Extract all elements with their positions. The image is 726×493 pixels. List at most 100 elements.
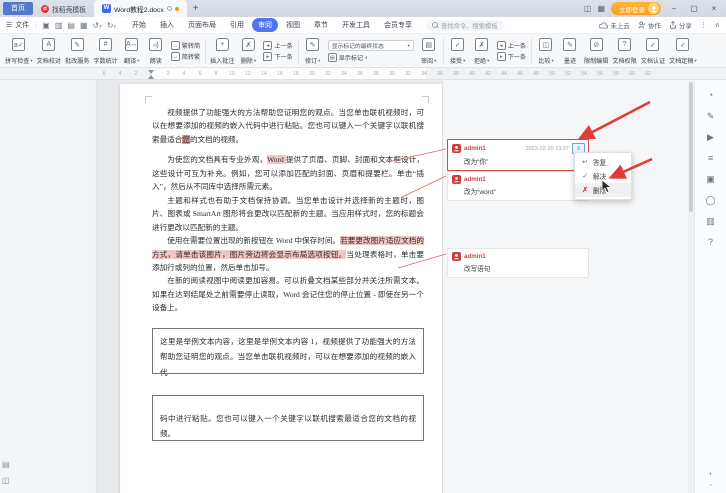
ribbon-button-restrict-editing[interactable]: ⊘限制编辑 bbox=[582, 36, 610, 66]
command-search[interactable]: 查找命令、搜索模板 bbox=[426, 20, 504, 31]
menu-tab-审阅[interactable]: 审阅 bbox=[252, 18, 278, 32]
comment-text: 改写语句 bbox=[448, 262, 588, 277]
markup-state-dropdown[interactable]: 显示标记的最终状态▾ bbox=[328, 40, 414, 51]
contact-circle-icon[interactable]: ◯ bbox=[705, 195, 715, 205]
ruler-number: 22 bbox=[325, 71, 331, 77]
workspace-grid-icon[interactable]: ▦ bbox=[597, 4, 605, 13]
ribbon-button-translate[interactable]: A↔翻译▾ bbox=[120, 36, 144, 66]
collapse-ribbon-icon[interactable]: ∧ bbox=[715, 21, 720, 29]
ribbon-button-compare[interactable]: ◫比较▾ bbox=[534, 36, 558, 66]
undo-icon[interactable]: ↺▾ bbox=[93, 21, 102, 30]
adjust-sliders-icon[interactable]: ≡ bbox=[708, 153, 713, 163]
new-tab-button[interactable]: + bbox=[193, 3, 199, 14]
ribbon-button-next-comment[interactable]: ▸下一条 bbox=[263, 52, 292, 61]
comment-card[interactable]: admin1改为“word” bbox=[447, 171, 589, 201]
text-box[interactable]: 码中进行粘贴。您也可以键入一个关键字以联机搜索最适合您的文档的视频。 bbox=[152, 395, 424, 441]
home-tab[interactable]: 首页 bbox=[3, 2, 33, 15]
document-text[interactable]: 视频提供了功能强大的方法帮助您证明您的观点。当您单击联机视频时，可以在想要添加的… bbox=[152, 106, 424, 441]
cloud-status[interactable]: 未上云 bbox=[599, 20, 630, 30]
docer-template-tab[interactable]: d 找稻壳模板 bbox=[33, 0, 94, 17]
close-button[interactable]: × bbox=[707, 4, 721, 13]
next-change-icon: ▸ bbox=[497, 52, 506, 61]
share-button[interactable]: 分享 bbox=[669, 20, 692, 30]
document-tab[interactable]: W Word教程2.docx bbox=[94, 0, 187, 17]
minimize-button[interactable]: – bbox=[667, 4, 681, 13]
file-menu[interactable]: ☰ 文件 bbox=[0, 20, 35, 30]
export-icon[interactable]: ▥ bbox=[55, 21, 63, 30]
ribbon-button-accept-change[interactable]: ✓接受▾ bbox=[446, 36, 470, 66]
menu-tab-页面布局[interactable]: 页面布局 bbox=[182, 18, 222, 32]
screenshot-icon[interactable]: ▣ bbox=[706, 174, 715, 184]
comment-card[interactable]: admin12023-02-20 13:27≡改为“你” bbox=[447, 139, 589, 171]
save-icon[interactable]: ▣ bbox=[42, 21, 50, 30]
ribbon-button-doc-permission[interactable]: ?文档权限 bbox=[610, 36, 638, 66]
split-view-icon[interactable]: ◫ bbox=[584, 4, 592, 13]
menu-tab-开发工具[interactable]: 开发工具 bbox=[336, 18, 376, 32]
ribbon-button-doc-authentication[interactable]: ✓文档认证 bbox=[639, 36, 667, 66]
ribbon-button-delete-comment[interactable]: ✗删除▾ bbox=[236, 36, 260, 66]
ribbon-toolbar: a✓拼写检查▾A文档校对✎批改服务#字数统计A↔翻译▾◃)朗读↔繁转简 ↔简转繁 +… bbox=[0, 34, 726, 68]
outline-pane-toggle-icon[interactable]: ◫ bbox=[2, 476, 10, 485]
maximize-button[interactable]: ▢ bbox=[687, 4, 701, 13]
ribbon-button-spellcheck[interactable]: a✓拼写检查▾ bbox=[3, 36, 35, 66]
nav-pane-toggle-icon[interactable]: ▤ bbox=[2, 460, 10, 469]
search-icon bbox=[432, 22, 438, 28]
login-button[interactable]: 立即登录 bbox=[611, 2, 661, 15]
page-nav-icon[interactable]: ▫ bbox=[709, 482, 711, 489]
vertical-ruler[interactable] bbox=[88, 80, 97, 493]
ribbon-button-prev-comment[interactable]: ◂上一条 bbox=[263, 41, 292, 50]
ribbon-button-ink[interactable]: ✎墨迹 bbox=[558, 36, 582, 66]
comments-pane: admin12023-02-20 13:27≡改为“你”admin1改为“wor… bbox=[443, 80, 688, 493]
edit-pen-icon[interactable]: ✎ bbox=[707, 111, 715, 121]
ribbon-button-show-markup[interactable]: ▤显示标记▾ bbox=[328, 53, 414, 62]
ribbon-button-simp-to-trad[interactable]: ↔简转繁 bbox=[171, 52, 200, 61]
print-icon[interactable]: ▤ bbox=[67, 21, 75, 30]
ribbon-button-read-aloud[interactable]: ◃)朗读 bbox=[144, 36, 168, 66]
menu-tab-视图[interactable]: 视图 bbox=[280, 18, 306, 32]
help-icon[interactable]: ? bbox=[708, 237, 713, 247]
ribbon-button-doc-finalize[interactable]: ✓文档定稿▾ bbox=[667, 36, 699, 66]
ribbon-button-doc-proofing[interactable]: A文档校对 bbox=[35, 36, 63, 66]
indent-marker[interactable] bbox=[148, 70, 154, 74]
context-menu-item-reply[interactable]: ↵答复 bbox=[575, 155, 631, 169]
ribbon-button-correction-service[interactable]: ✎批改服务 bbox=[63, 36, 91, 66]
redo-icon[interactable]: ↻▾ bbox=[107, 21, 116, 30]
collaborate-button[interactable]: 协作 bbox=[638, 20, 661, 30]
ribbon-button-reject-change[interactable]: ✗拒绝▾ bbox=[470, 36, 494, 66]
more-options-icon[interactable]: ⋮ bbox=[700, 21, 707, 29]
ruler-number: 12 bbox=[245, 71, 251, 77]
ribbon-button-next-change[interactable]: ▸下一条 bbox=[497, 52, 526, 61]
menu-tab-会员专享[interactable]: 会员专享 bbox=[378, 18, 418, 32]
scrollbar-thumb[interactable] bbox=[689, 82, 693, 212]
ruler-number: 38 bbox=[453, 71, 459, 77]
ribbon-button-prev-change[interactable]: ◂上一条 bbox=[497, 41, 526, 50]
comment-avatar bbox=[452, 252, 461, 261]
ribbon-button-review-pane[interactable]: ▤审阅▾ bbox=[417, 36, 441, 66]
ruler-number: 56 bbox=[597, 71, 603, 77]
correction-service-icon: ✎ bbox=[71, 38, 84, 51]
ruler-number: 28 bbox=[373, 71, 379, 77]
comment-avatar bbox=[452, 175, 461, 184]
text-box[interactable]: 这里是举例文本内容，这里是举例文本内容 1，视频提供了功能强大的方法帮助您证明您… bbox=[152, 328, 424, 374]
ruler-number: 42 bbox=[485, 71, 491, 77]
menu-tab-插入[interactable]: 插入 bbox=[154, 18, 180, 32]
comment-card[interactable]: admin1改写语句 bbox=[447, 248, 589, 278]
ribbon-button-track-changes[interactable]: ✎修订▾ bbox=[301, 36, 325, 66]
menu-tab-开始[interactable]: 开始 bbox=[126, 18, 152, 32]
comment-author: admin1 bbox=[464, 145, 486, 152]
ribbon-button-word-count[interactable]: #字数统计 bbox=[91, 36, 119, 66]
print-preview-icon[interactable]: ▦ bbox=[80, 21, 88, 30]
vertical-scrollbar[interactable] bbox=[688, 80, 693, 493]
reader-book-icon[interactable]: ▥ bbox=[706, 216, 715, 226]
menu-tab-章节[interactable]: 章节 bbox=[308, 18, 334, 32]
paragraph: 使用在需要位置出现的新按钮在 Word 中保存时间。若要更改图片适应文档的方式，… bbox=[152, 234, 424, 274]
select-cursor-icon[interactable]: ▶ bbox=[707, 132, 714, 142]
horizontal-ruler[interactable]: 6422468101214161820222426283032343638404… bbox=[0, 68, 726, 80]
ribbon-button-trad-to-simp[interactable]: ↔繁转简 bbox=[171, 41, 200, 50]
ribbon-button-insert-comment[interactable]: +插入批注 bbox=[208, 36, 236, 66]
skin-settings-icon[interactable]: ◔ bbox=[708, 90, 713, 100]
menu-tab-引用[interactable]: 引用 bbox=[224, 18, 250, 32]
collaborate-icon bbox=[638, 21, 646, 29]
document-page[interactable]: 视频提供了功能强大的方法帮助您证明您的观点。当您单击联机视频时，可以在想要添加的… bbox=[120, 84, 442, 493]
fit-page-icon[interactable]: + bbox=[708, 471, 712, 478]
